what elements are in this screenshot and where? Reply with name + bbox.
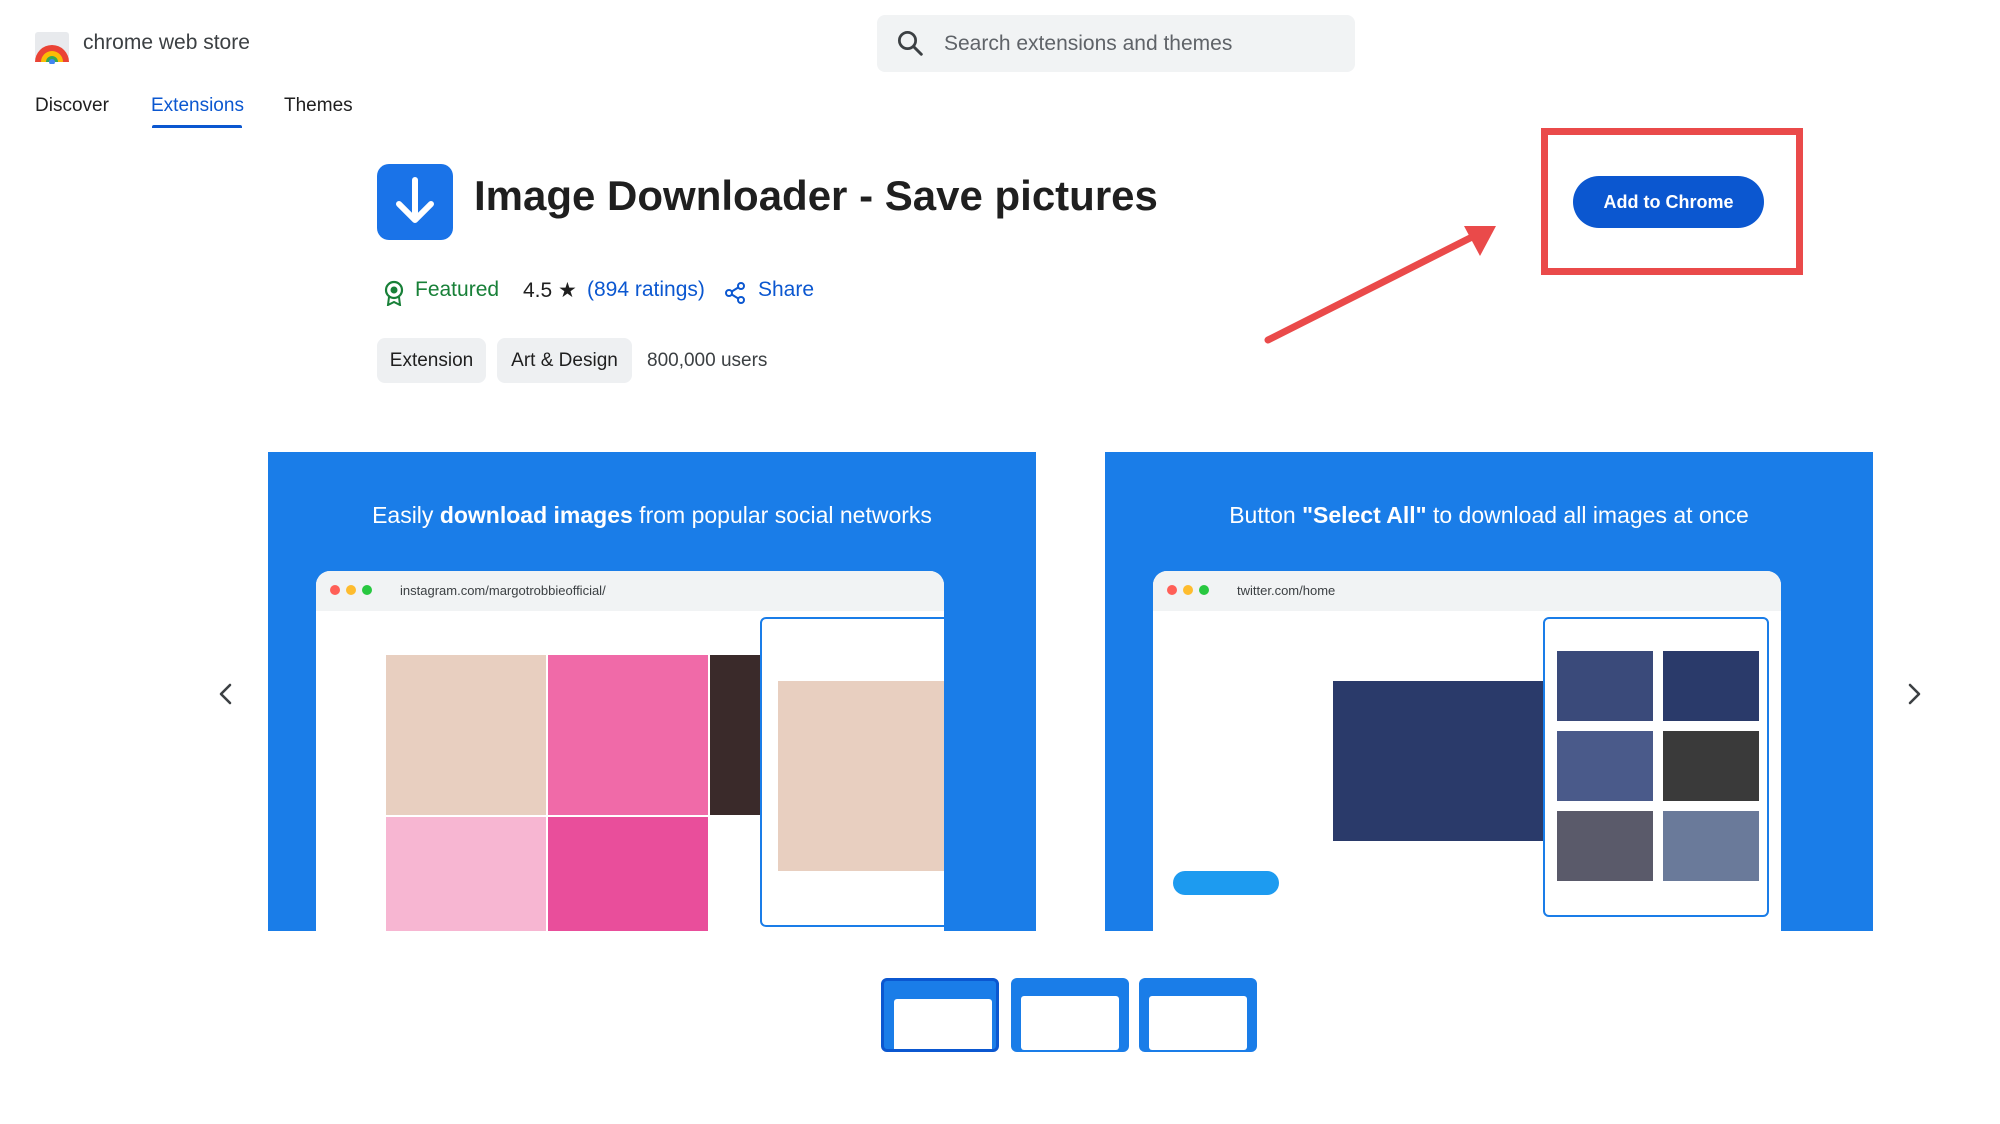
slide-caption: Easily download images from popular soci… [372, 502, 932, 528]
screenshot-slide-1[interactable]: Easily download images from popular soci… [268, 452, 1036, 931]
browser-url: twitter.com/home [1237, 583, 1336, 598]
search-icon [898, 31, 923, 56]
red-arrow-annotation [1264, 226, 1496, 344]
share-link[interactable]: Share [758, 278, 814, 310]
badge-icon [384, 280, 404, 306]
tab-themes[interactable]: Themes [284, 95, 353, 117]
tab-extensions[interactable]: Extensions [151, 95, 244, 117]
thumbnail-1[interactable] [881, 978, 999, 1052]
slide-caption: Button "Select All" to download all imag… [1229, 502, 1749, 528]
download-arrow-icon [396, 177, 434, 223]
rating-value: 4.5 ★ [523, 279, 577, 302]
ratings-link[interactable]: (894 ratings) [587, 278, 705, 310]
extension-icon [377, 164, 453, 240]
browser-toolbar: twitter.com/home [1153, 571, 1781, 611]
browser-url: instagram.com/margotrobbieofficial/ [400, 583, 606, 598]
thumbnail-2[interactable] [1011, 978, 1129, 1052]
chrome-web-store-logo[interactable] [33, 26, 71, 64]
chip-extension[interactable]: Extension [377, 338, 486, 383]
user-count: 800,000 users [647, 350, 768, 371]
add-to-chrome-button[interactable]: Add to Chrome [1573, 176, 1764, 228]
screenshot-slide-2[interactable]: Button "Select All" to download all imag… [1105, 452, 1873, 931]
brand-name[interactable]: chrome web store [83, 31, 250, 55]
chevron-right-icon[interactable] [1900, 680, 1928, 708]
tab-discover[interactable]: Discover [35, 95, 109, 117]
active-tab-indicator [152, 125, 242, 128]
header: chrome web store Search extensions and t… [0, 0, 2000, 90]
browser-mockup: twitter.com/home [1153, 571, 1781, 931]
chevron-left-icon[interactable] [212, 680, 240, 708]
extension-title: Image Downloader - Save pictures [474, 172, 1158, 219]
chrome-web-store-page: chrome web store Search extensions and t… [0, 0, 2000, 1124]
search-bar[interactable]: Search extensions and themes [877, 15, 1355, 72]
browser-mockup: instagram.com/margotrobbieofficial/ [316, 571, 944, 931]
share-icon[interactable] [724, 282, 746, 304]
chip-art-design[interactable]: Art & Design [497, 338, 632, 383]
browser-toolbar: instagram.com/margotrobbieofficial/ [316, 571, 944, 611]
featured-badge[interactable]: Featured [415, 278, 499, 310]
thumbnail-3[interactable] [1139, 978, 1257, 1052]
search-input[interactable]: Search extensions and themes [944, 32, 1232, 56]
